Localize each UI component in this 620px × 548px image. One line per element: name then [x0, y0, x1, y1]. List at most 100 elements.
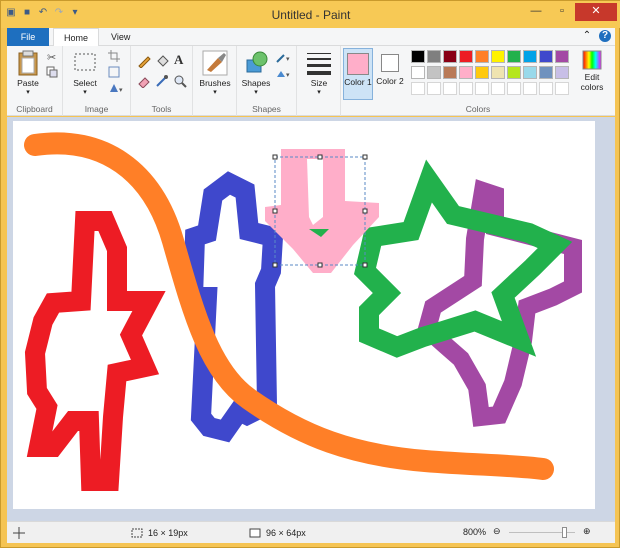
palette-swatch[interactable]	[523, 66, 537, 79]
colors-group: Color 1 Color 2 Edit colors Colors	[341, 46, 615, 116]
copy-button[interactable]	[45, 66, 59, 80]
canvas-size-text: 96 × 64px	[266, 528, 306, 538]
palette-swatch[interactable]	[443, 50, 457, 63]
drawing-canvas[interactable]	[13, 121, 595, 509]
palette-swatch[interactable]	[555, 50, 569, 63]
custom-color-slot[interactable]	[475, 82, 489, 95]
paint-window: ▣ ■ ↶ ↷ ▾ Untitled - Paint — ▫ ✕ File Ho…	[0, 0, 620, 548]
magnifier-icon	[174, 75, 187, 88]
move-icon	[13, 527, 25, 539]
image-group: Select ▾ ▾ Image	[63, 46, 131, 116]
outline-button[interactable]: ▾	[275, 52, 295, 66]
fill-tool[interactable]	[155, 54, 169, 70]
clipboard-icon	[18, 50, 38, 76]
zoom-level-text: 800%	[463, 527, 487, 537]
tab-home[interactable]: Home	[53, 28, 100, 47]
color2-button[interactable]: Color 2	[375, 48, 405, 100]
tab-view[interactable]: View	[101, 28, 140, 46]
shapes-dropdown-icon[interactable]: ▾	[239, 88, 273, 96]
palette-swatch[interactable]	[459, 50, 473, 63]
palette-swatch[interactable]	[475, 66, 489, 79]
eraser-tool[interactable]	[137, 74, 151, 90]
tools-group: A Tools	[131, 46, 193, 116]
zoom-out-icon[interactable]: ⊖	[493, 526, 501, 537]
palette-swatch[interactable]	[555, 66, 569, 79]
clipboard-group-label: Clipboard	[16, 104, 53, 114]
palette-swatch[interactable]	[411, 50, 425, 63]
palette-swatch[interactable]	[539, 66, 553, 79]
edit-colors-button[interactable]: Edit colors	[575, 50, 609, 92]
pencil-tool[interactable]	[137, 54, 151, 70]
text-tool[interactable]: A	[173, 52, 187, 68]
shapes-button[interactable]: Shapes ▾	[239, 50, 273, 96]
selection-size-text: 16 × 19px	[148, 528, 188, 538]
copy-icon	[46, 66, 58, 78]
shapes-label: Shapes	[241, 78, 271, 88]
custom-color-slot[interactable]	[411, 82, 425, 95]
maximize-button[interactable]: ▫	[549, 3, 575, 21]
palette-swatch[interactable]	[443, 66, 457, 79]
palette-swatch[interactable]	[539, 50, 553, 63]
palette-swatch[interactable]	[427, 50, 441, 63]
custom-color-slot[interactable]	[523, 82, 537, 95]
palette-swatch[interactable]	[411, 66, 425, 79]
fill-button[interactable]: ▾	[275, 68, 295, 82]
title-bar: ▣ ■ ↶ ↷ ▾ Untitled - Paint — ▫ ✕	[1, 1, 620, 28]
custom-color-slot[interactable]	[507, 82, 521, 95]
palette-swatch[interactable]	[459, 66, 473, 79]
selection-rectangle-icon	[74, 53, 96, 71]
zoom-in-icon[interactable]: ⊕	[583, 526, 591, 537]
color1-button[interactable]: Color 1	[343, 48, 373, 100]
palette-swatch[interactable]	[491, 50, 505, 63]
select-dropdown-icon[interactable]: ▾	[71, 88, 99, 96]
zoom-slider-thumb[interactable]	[561, 527, 567, 538]
chevron-up-icon[interactable]: ⌃	[581, 30, 593, 42]
brushes-button[interactable]: Brushes ▾	[197, 50, 233, 96]
status-bar: 16 × 19px 96 × 64px 800% ⊖ ⊕	[7, 521, 615, 543]
custom-color-slot[interactable]	[555, 82, 569, 95]
tab-file[interactable]: File	[7, 28, 49, 46]
size-button[interactable]: Size ▾	[303, 50, 335, 96]
select-label: Select	[73, 78, 97, 88]
crop-button[interactable]	[107, 50, 121, 64]
brush-icon	[202, 50, 228, 76]
custom-color-slot[interactable]	[459, 82, 473, 95]
tools-group-label: Tools	[151, 104, 172, 114]
palette-swatch[interactable]	[491, 66, 505, 79]
custom-color-slot[interactable]	[427, 82, 441, 95]
cursor-position	[13, 527, 25, 539]
cut-button[interactable]: ✂	[45, 51, 59, 65]
palette-swatch[interactable]	[475, 50, 489, 63]
help-icon[interactable]: ?	[599, 30, 611, 42]
eraser-icon	[138, 77, 150, 89]
fill-icon: ▾	[277, 71, 290, 79]
paste-button[interactable]: Paste ▾	[13, 50, 43, 96]
select-button[interactable]: Select ▾	[71, 52, 99, 96]
size-group: Size ▾	[297, 46, 341, 116]
close-button[interactable]: ✕	[575, 3, 617, 21]
palette-swatch[interactable]	[427, 66, 441, 79]
magnifier-tool[interactable]	[173, 74, 187, 90]
brushes-dropdown-icon[interactable]: ▾	[197, 88, 233, 96]
brushes-group: Brushes ▾	[193, 46, 237, 116]
custom-color-slot[interactable]	[539, 82, 553, 95]
colors-group-label: Colors	[465, 104, 491, 114]
color2-swatch	[381, 54, 399, 72]
resize-button[interactable]	[107, 66, 121, 80]
palette-swatch[interactable]	[507, 66, 521, 79]
rotate-button[interactable]: ▾	[107, 82, 127, 96]
ribbon: Paste ▾ ✂ Clipboard Select ▾ ▾ Image A T…	[7, 46, 615, 116]
custom-color-slot[interactable]	[443, 82, 457, 95]
size-dropdown-icon[interactable]: ▾	[303, 88, 335, 96]
palette-swatch[interactable]	[523, 50, 537, 63]
palette-swatch[interactable]	[507, 50, 521, 63]
canvas-size-icon	[249, 528, 261, 538]
shapes-group: Shapes ▾ ▾ ▾ Shapes	[237, 46, 297, 116]
color-picker-tool[interactable]	[155, 74, 169, 90]
minimize-button[interactable]: —	[523, 3, 549, 21]
image-group-label: Image	[84, 104, 109, 114]
paste-label: Paste	[17, 78, 39, 88]
custom-color-slot[interactable]	[491, 82, 505, 95]
edit-colors-label: Edit colors	[580, 72, 604, 92]
paste-dropdown-icon[interactable]: ▾	[13, 88, 43, 96]
